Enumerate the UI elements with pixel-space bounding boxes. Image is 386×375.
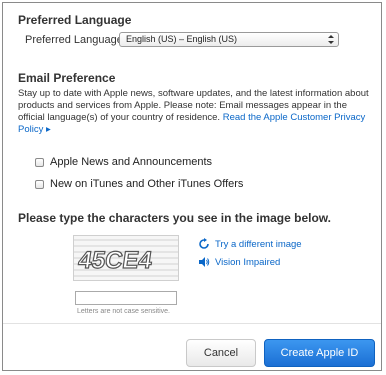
- captcha-hint: Letters are not case sensitive.: [77, 308, 170, 315]
- refresh-icon: [199, 238, 209, 249]
- email-preference-paragraph: Stay up to date with Apple news, softwar…: [18, 88, 373, 136]
- footer-divider: [3, 323, 381, 324]
- preferred-language-label: Preferred Language: [25, 34, 123, 46]
- itunes-offers-checkbox[interactable]: [35, 179, 44, 189]
- try-different-image-label: Try a different image: [215, 238, 302, 250]
- apple-news-label: Apple News and Announcements: [50, 156, 213, 168]
- captcha-image: 45CE4: [73, 235, 179, 281]
- create-apple-id-form: Preferred Language Preferred Language En…: [2, 2, 382, 371]
- email-preference-heading: Email Preference: [18, 71, 116, 85]
- itunes-offers-label: New on iTunes and Other iTunes Offers: [50, 178, 244, 190]
- captcha-characters: 45CE4: [77, 247, 155, 274]
- checkbox-row-itunes-offers[interactable]: New on iTunes and Other iTunes Offers: [35, 178, 243, 190]
- captcha-graphic: 45CE4: [74, 239, 178, 277]
- caret-right-icon: ▸: [45, 124, 51, 135]
- preferred-language-heading: Preferred Language: [18, 13, 132, 27]
- checkbox-row-apple-news[interactable]: Apple News and Announcements: [35, 156, 212, 168]
- vision-impaired-link[interactable]: Vision Impaired: [198, 256, 280, 268]
- try-different-image-link[interactable]: Try a different image: [198, 238, 302, 250]
- speaker-icon: [199, 257, 210, 267]
- captcha-input[interactable]: [75, 291, 177, 305]
- apple-news-checkbox[interactable]: [35, 157, 44, 167]
- create-apple-id-button[interactable]: Create Apple ID: [264, 339, 375, 367]
- select-arrows-icon: [328, 35, 334, 44]
- cancel-button[interactable]: Cancel: [186, 339, 256, 367]
- captcha-instruction: Please type the characters you see in th…: [18, 211, 332, 225]
- preferred-language-value: English (US) – English (US): [126, 34, 238, 44]
- vision-impaired-label: Vision Impaired: [215, 256, 281, 268]
- preferred-language-select[interactable]: English (US) – English (US): [119, 32, 339, 47]
